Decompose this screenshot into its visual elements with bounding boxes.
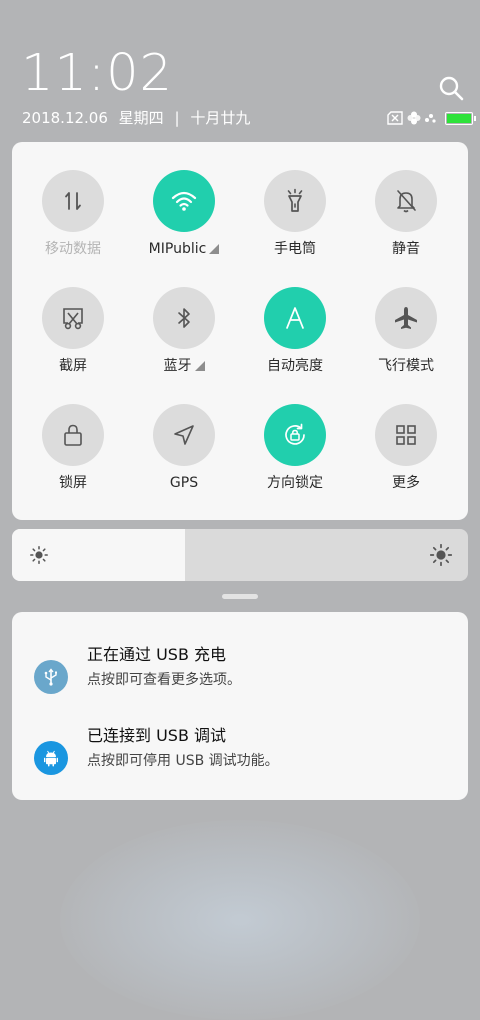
pinwheel-icon <box>407 111 421 125</box>
mute-bell-icon <box>397 190 416 213</box>
expand-triangle-icon[interactable] <box>209 244 220 254</box>
tile-label: 蓝牙 <box>163 358 192 374</box>
clock: 11:02 <box>21 44 173 103</box>
tile-mobile-data[interactable]: 移动数据 <box>17 170 129 258</box>
mobile-data-icon <box>65 192 81 210</box>
expand-triangle-icon[interactable] <box>194 361 205 371</box>
tile-label: 锁屏 <box>59 475 87 491</box>
lunar-date: 十月廿九 <box>190 109 251 127</box>
drag-handle[interactable] <box>222 594 258 599</box>
tile-label: 截屏 <box>59 358 87 374</box>
no-sim-icon <box>387 111 403 125</box>
tile-label: 更多 <box>392 475 420 491</box>
tile-label-wrap: MIPublic <box>128 240 240 258</box>
search-button[interactable] <box>438 75 466 103</box>
grid-icon <box>396 425 416 445</box>
tile-screenshot-button[interactable] <box>42 287 104 349</box>
wallpaper-glow <box>60 820 420 1020</box>
tile-flashlight[interactable]: 手电筒 <box>239 170 351 258</box>
sun-large-icon <box>430 544 452 566</box>
tile-label-wrap: 蓝牙 <box>128 357 240 375</box>
tile-gps[interactable]: GPS <box>128 404 240 492</box>
gps-icon <box>174 425 194 445</box>
notification-title: 正在通过 USB 充电 <box>87 645 227 664</box>
rotation-lock-icon <box>285 423 305 445</box>
tile-label: GPS <box>169 475 199 491</box>
tile-wifi-button[interactable] <box>153 170 215 232</box>
battery-icon <box>445 111 476 125</box>
lock-icon <box>64 424 82 446</box>
tile-lock-screen[interactable]: 锁屏 <box>17 404 129 492</box>
tile-rotation-lock-button[interactable] <box>264 404 326 466</box>
usb-icon <box>44 668 57 686</box>
flashlight-icon <box>287 188 303 212</box>
sun-small-icon <box>30 546 48 564</box>
wifi-icon <box>171 191 197 211</box>
tile-wifi[interactable]: MIPublic <box>128 170 240 258</box>
bluetooth-icon <box>178 308 190 328</box>
tile-screenshot[interactable]: 截屏 <box>17 287 129 375</box>
tile-label: 方向锁定 <box>267 475 323 491</box>
tile-gps-button[interactable] <box>153 404 215 466</box>
tile-bluetooth[interactable]: 蓝牙 <box>128 287 240 375</box>
tile-mute[interactable]: 静音 <box>350 170 462 258</box>
notification-card: 正在通过 USB 充电 点按即可查看更多选项。 已连接到 USB 调试 点按即可… <box>12 612 468 800</box>
tile-label: 静音 <box>392 241 420 257</box>
tile-label: 自动亮度 <box>267 358 323 374</box>
weekday: 星期四 <box>118 109 164 127</box>
auto-brightness-icon <box>286 307 304 329</box>
tile-airplane-button[interactable] <box>375 287 437 349</box>
tile-lock-screen-button[interactable] <box>42 404 104 466</box>
notification-title: 已连接到 USB 调试 <box>87 726 227 745</box>
tile-label: 飞行模式 <box>378 358 434 374</box>
tile-label: MIPublic <box>148 241 207 257</box>
quick-settings-panel: 移动数据 MIPublic 手电筒 静音 截屏 蓝牙 自动亮度 飞行模式 锁屏 … <box>12 142 468 520</box>
tile-auto-brightness-button[interactable] <box>264 287 326 349</box>
tile-auto-brightness[interactable]: 自动亮度 <box>239 287 351 375</box>
tile-label: 手电筒 <box>274 241 316 257</box>
date-line: 2018.12.06 星期四 | 十月廿九 <box>22 108 250 128</box>
airplane-icon <box>395 307 417 329</box>
android-icon <box>44 750 58 767</box>
tile-mobile-data-button[interactable] <box>42 170 104 232</box>
tile-rotation-lock[interactable]: 方向锁定 <box>239 404 351 492</box>
status-icons <box>386 110 476 126</box>
notification-usb-charging[interactable]: 正在通过 USB 充电 点按即可查看更多选项。 <box>12 642 468 702</box>
screenshot-icon <box>63 308 83 330</box>
tile-more[interactable]: 更多 <box>350 404 462 492</box>
notification-icon <box>34 741 68 775</box>
search-icon <box>439 76 464 101</box>
tile-airplane[interactable]: 飞行模式 <box>350 287 462 375</box>
tile-bluetooth-button[interactable] <box>153 287 215 349</box>
dots-icon <box>425 114 436 123</box>
date: 2018.12.06 <box>22 109 108 127</box>
tile-flashlight-button[interactable] <box>264 170 326 232</box>
notification-icon <box>34 660 68 694</box>
date-separator: | <box>174 109 180 127</box>
brightness-slider[interactable] <box>12 529 468 581</box>
notification-text: 点按即可停用 USB 调试功能。 <box>87 753 279 769</box>
battery-fill <box>447 113 471 123</box>
tile-more-button[interactable] <box>375 404 437 466</box>
tile-label: 移动数据 <box>45 241 101 257</box>
tile-mute-button[interactable] <box>375 170 437 232</box>
notification-text: 点按即可查看更多选项。 <box>87 672 241 688</box>
notification-usb-debugging[interactable]: 已连接到 USB 调试 点按即可停用 USB 调试功能。 <box>12 723 468 783</box>
